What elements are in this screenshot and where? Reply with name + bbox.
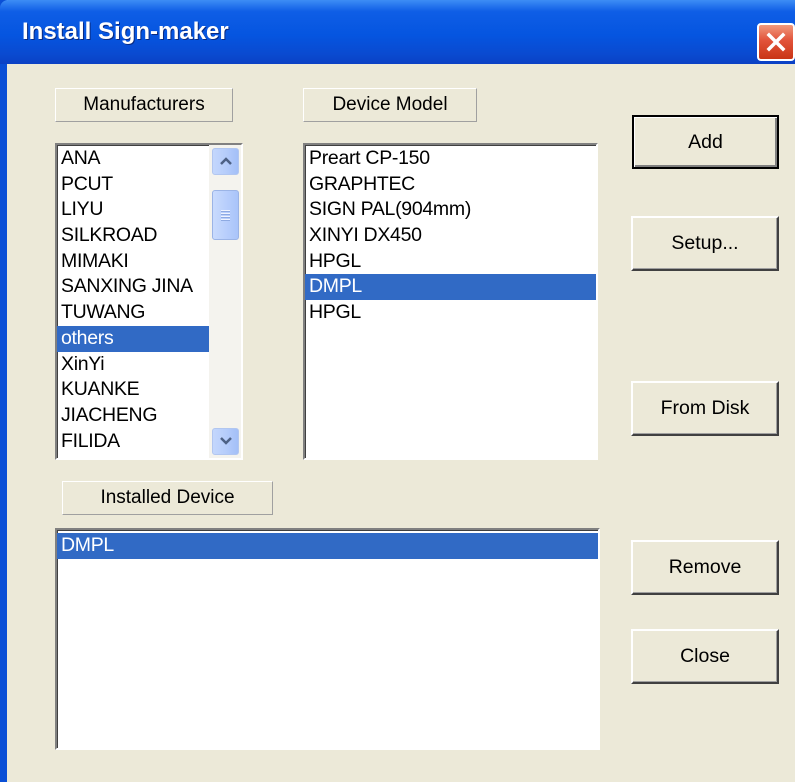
list-item[interactable]: SILKROAD <box>57 223 211 249</box>
list-item[interactable]: Preart CP-150 <box>305 146 596 172</box>
scroll-down-button[interactable] <box>212 428 239 455</box>
installed-device-label: Installed Device <box>62 481 273 515</box>
chevron-up-icon <box>219 153 233 171</box>
device-model-items: Preart CP-150 GRAPHTEC SIGN PAL(904mm) XINY… <box>305 146 596 326</box>
list-item[interactable]: DMPL <box>305 274 596 301</box>
list-item[interactable]: HPGL <box>305 300 596 326</box>
list-item[interactable]: MIMAKI <box>57 249 211 275</box>
list-item[interactable]: PCUT <box>57 172 211 198</box>
installed-device-items: DMPL <box>57 533 598 559</box>
list-item[interactable]: LIYU <box>57 197 211 223</box>
close-button[interactable]: Close <box>631 629 779 684</box>
list-item[interactable]: SIGN PAL(904mm) <box>305 197 596 223</box>
list-item[interactable]: ANA <box>57 146 211 172</box>
list-item[interactable]: XinYi <box>57 352 211 378</box>
list-item[interactable]: DMPL <box>57 533 598 559</box>
scroll-thumb[interactable] <box>212 190 239 240</box>
from-disk-button[interactable]: From Disk <box>631 381 779 436</box>
add-button[interactable]: Add <box>632 115 779 169</box>
close-window-button[interactable] <box>757 23 795 61</box>
device-model-label: Device Model <box>303 88 477 122</box>
device-model-listbox[interactable]: Preart CP-150 GRAPHTEC SIGN PAL(904mm) XINY… <box>303 143 598 460</box>
title-bar[interactable]: Install Sign-maker <box>0 0 795 64</box>
chevron-down-icon <box>219 433 233 451</box>
window-title: Install Sign-maker <box>22 18 229 45</box>
list-item[interactable]: others <box>57 325 211 352</box>
list-item[interactable]: XINYI DX450 <box>305 223 596 249</box>
remove-button[interactable]: Remove <box>631 540 779 595</box>
list-item[interactable]: SANXING JINA <box>57 274 211 300</box>
close-icon <box>765 31 787 53</box>
manufacturers-items: ANA PCUT LIYU SILKROAD MIMAKI SANXING JINA TUW… <box>57 146 211 458</box>
list-item[interactable]: KUANKE <box>57 377 211 403</box>
manufacturers-label: Manufacturers <box>55 88 233 122</box>
list-item[interactable]: TUWANG <box>57 300 211 326</box>
list-item[interactable]: GRAPHTEC <box>305 172 596 198</box>
list-item[interactable]: FILIDA <box>57 429 211 455</box>
manufacturers-listbox[interactable]: ANA PCUT LIYU SILKROAD MIMAKI SANXING JINA TUW… <box>55 143 243 460</box>
manufacturers-scrollbar[interactable] <box>209 145 241 458</box>
installed-device-listbox[interactable]: DMPL <box>55 528 600 750</box>
list-item[interactable]: JIACHENG <box>57 403 211 429</box>
setup-button[interactable]: Setup... <box>631 216 779 271</box>
list-item[interactable]: CHENGLU <box>57 454 211 458</box>
list-item[interactable]: HPGL <box>305 249 596 275</box>
scroll-up-button[interactable] <box>212 148 239 175</box>
grip-icon <box>221 208 230 222</box>
